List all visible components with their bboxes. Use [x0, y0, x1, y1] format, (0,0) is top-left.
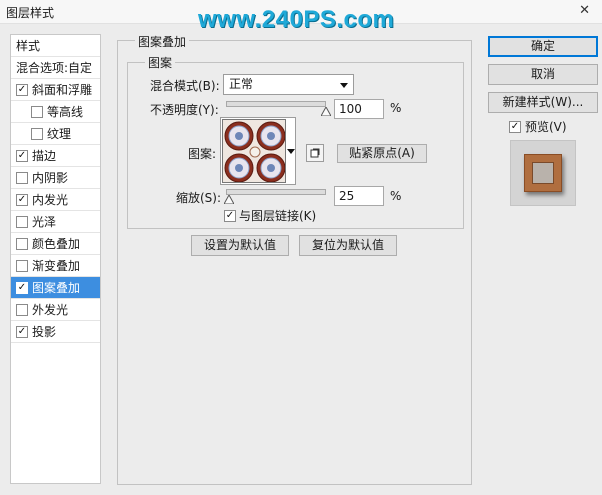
style-list-header[interactable]: 样式 [11, 35, 100, 57]
style-item-label: 投影 [32, 325, 57, 339]
style-item-checkbox[interactable]: ✓ [16, 193, 28, 206]
style-item[interactable]: ✓ 描边 [11, 145, 100, 167]
preview-checkbox[interactable]: ✓ [509, 120, 521, 133]
style-item-label: 内发光 [32, 193, 69, 207]
group-title: 图案叠加 [135, 33, 190, 50]
style-item-label: 颜色叠加 [32, 237, 81, 251]
style-item-label: 描边 [32, 149, 57, 163]
chevron-down-icon [340, 83, 348, 88]
style-item[interactable]: 等高线 [11, 101, 100, 123]
style-item-label: 图案叠加 [32, 281, 81, 295]
new-style-button[interactable]: 新建样式(W)... [488, 92, 598, 113]
style-item-checkbox[interactable]: ✓ [16, 83, 28, 96]
pattern-dropdown-chevron-icon[interactable] [287, 149, 295, 154]
style-item-label: 斜面和浮雕 [32, 83, 93, 97]
style-item[interactable]: ✓ 内发光 [11, 189, 100, 211]
blend-mode-select[interactable]: 正常 [223, 74, 354, 95]
link-layer-label: 与图层链接(K) [239, 209, 317, 223]
preview-thumbnail [524, 154, 562, 192]
scale-slider-thumb[interactable] [224, 195, 234, 204]
style-item[interactable]: ✓ 投影 [11, 321, 100, 343]
style-item-label: 纹理 [47, 127, 72, 141]
pattern-label: 图案: [188, 147, 217, 161]
cancel-button[interactable]: 取消 [488, 64, 598, 85]
style-item-checkbox[interactable] [31, 105, 43, 118]
style-list: 样式 混合选项:自定 ✓ 斜面和浮雕等高线纹理 ✓ 描边内阴影 ✓ 内发光光泽颜色叠加渐变… [10, 34, 101, 484]
preview-checkbox-row[interactable]: ✓ 预览(V) [509, 118, 567, 135]
style-item[interactable]: ✓ 斜面和浮雕 [11, 79, 100, 101]
opacity-slider-thumb[interactable] [321, 107, 331, 116]
blend-options-item[interactable]: 混合选项:自定 [11, 57, 100, 79]
preview-thumbnail-inner [532, 162, 554, 184]
scale-label: 缩放(S): [176, 191, 222, 205]
style-item[interactable]: 颜色叠加 [11, 233, 100, 255]
window-title: 图层样式 [6, 6, 55, 20]
scale-slider-track[interactable] [226, 189, 326, 195]
ok-button[interactable]: 确定 [488, 36, 598, 57]
style-item[interactable]: 外发光 [11, 299, 100, 321]
style-item-checkbox[interactable]: ✓ [16, 325, 28, 338]
opacity-slider-track[interactable] [226, 101, 326, 107]
style-item[interactable]: 渐变叠加 [11, 255, 100, 277]
close-icon[interactable]: ✕ [579, 3, 590, 18]
style-item-checkbox[interactable] [16, 303, 28, 316]
pattern-swatch [222, 119, 286, 183]
set-default-button[interactable]: 设置为默认值 [191, 235, 289, 256]
blend-mode-label: 混合模式(B): [150, 79, 220, 93]
scale-unit: % [390, 189, 402, 203]
style-item-label: 光泽 [32, 215, 57, 229]
opacity-input[interactable]: 100 [334, 99, 384, 119]
style-item-label: 等高线 [47, 105, 84, 119]
style-item[interactable]: 纹理 [11, 123, 100, 145]
style-item-checkbox[interactable] [16, 215, 28, 228]
style-item[interactable]: ✓ 图案叠加 [11, 277, 100, 299]
style-item-checkbox[interactable] [31, 127, 43, 140]
style-item-checkbox[interactable]: ✓ [16, 149, 28, 162]
snap-origin-button[interactable]: 贴紧原点(A) [337, 144, 427, 163]
preview-label: 预览(V) [525, 120, 567, 134]
style-item-checkbox[interactable]: ✓ [16, 281, 28, 294]
style-preview [510, 140, 576, 206]
style-item[interactable]: 光泽 [11, 211, 100, 233]
reset-default-button[interactable]: 复位为默认值 [299, 235, 397, 256]
style-item-checkbox[interactable] [16, 237, 28, 250]
style-item-label: 渐变叠加 [32, 259, 81, 273]
opacity-unit: % [390, 101, 402, 115]
style-item-checkbox[interactable] [16, 171, 28, 184]
style-item-label: 外发光 [32, 303, 69, 317]
new-preset-icon[interactable] [306, 144, 324, 162]
watermark: www.240PS.com [198, 6, 395, 33]
scale-input[interactable]: 25 [334, 186, 384, 206]
style-item[interactable]: 内阴影 [11, 167, 100, 189]
style-item-checkbox[interactable] [16, 259, 28, 272]
blend-mode-value: 正常 [229, 77, 254, 91]
link-layer-checkbox-row[interactable]: ✓ 与图层链接(K) [224, 207, 316, 224]
opacity-label: 不透明度(Y): [150, 103, 219, 117]
link-layer-checkbox[interactable]: ✓ [224, 209, 236, 222]
subgroup-title: 图案 [145, 54, 176, 71]
style-item-label: 内阴影 [32, 171, 69, 185]
